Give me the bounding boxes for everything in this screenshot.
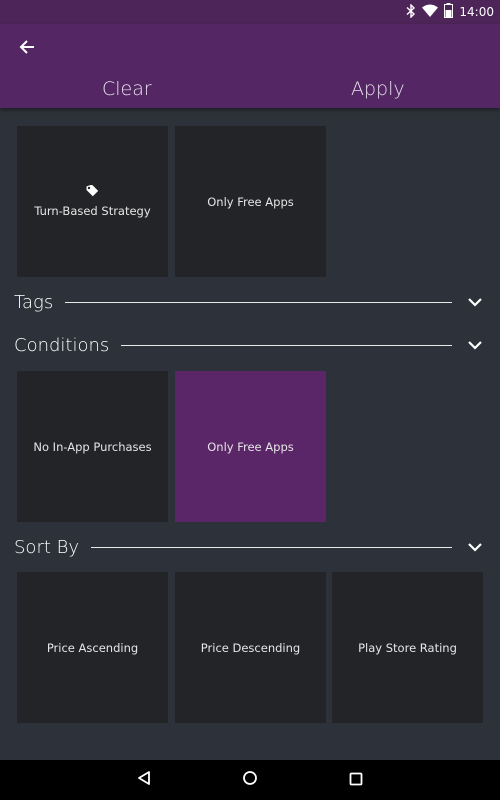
divider	[121, 344, 452, 346]
tile-label: Turn-Based Strategy	[34, 204, 151, 218]
chevron-down-icon[interactable]	[466, 293, 484, 311]
tile-price-descending[interactable]: Price Descending	[175, 572, 326, 723]
tile-play-store-rating[interactable]: Play Store Rating	[332, 572, 483, 723]
back-triangle-icon	[136, 770, 152, 790]
section-title: Sort By	[14, 536, 80, 558]
nav-recents-button[interactable]	[346, 770, 366, 790]
nav-home-button[interactable]	[240, 770, 260, 790]
tile-label: Only Free Apps	[207, 194, 294, 209]
status-bar: 14:00	[0, 0, 500, 24]
tile-label: Play Store Rating	[358, 640, 457, 655]
battery-icon	[444, 3, 454, 21]
section-header-sort-by[interactable]: Sort By	[14, 535, 486, 559]
back-button[interactable]	[14, 36, 40, 62]
recents-square-icon	[349, 771, 363, 790]
status-icons: 14:00	[406, 2, 494, 21]
app-toolbar: Clear Apply	[0, 24, 500, 108]
home-circle-icon	[242, 770, 258, 790]
divider	[65, 301, 452, 303]
bluetooth-icon	[406, 2, 416, 21]
clear-button[interactable]: Clear	[102, 78, 152, 100]
tile-turn-based-strategy[interactable]: Turn-Based Strategy	[17, 126, 168, 277]
arrow-left-icon	[19, 39, 35, 59]
tile-label: No In-App Purchases	[33, 439, 152, 454]
tile-only-free-apps-selected[interactable]: Only Free Apps	[175, 371, 326, 522]
nav-back-button[interactable]	[134, 770, 154, 790]
tile-label: Price Ascending	[46, 640, 139, 655]
chevron-down-icon[interactable]	[466, 538, 484, 556]
tile-label: Price Descending	[200, 640, 301, 655]
tile-label: Only Free Apps	[207, 439, 294, 454]
tile-only-free-apps[interactable]: Only Free Apps	[175, 126, 326, 277]
divider	[91, 546, 452, 548]
section-title: Conditions	[14, 334, 110, 356]
tile-no-in-app-purchases[interactable]: No In-App Purchases	[17, 371, 168, 522]
tag-icon	[86, 184, 100, 200]
system-nav-bar	[0, 760, 500, 800]
section-header-conditions[interactable]: Conditions	[14, 333, 486, 357]
status-time: 14:00	[459, 5, 494, 19]
apply-button[interactable]: Apply	[351, 78, 405, 100]
wifi-icon	[422, 4, 439, 20]
tile-price-ascending[interactable]: Price Ascending	[17, 572, 168, 723]
chevron-down-icon[interactable]	[466, 336, 484, 354]
section-header-tags[interactable]: Tags	[14, 290, 486, 314]
section-title: Tags	[14, 291, 54, 313]
